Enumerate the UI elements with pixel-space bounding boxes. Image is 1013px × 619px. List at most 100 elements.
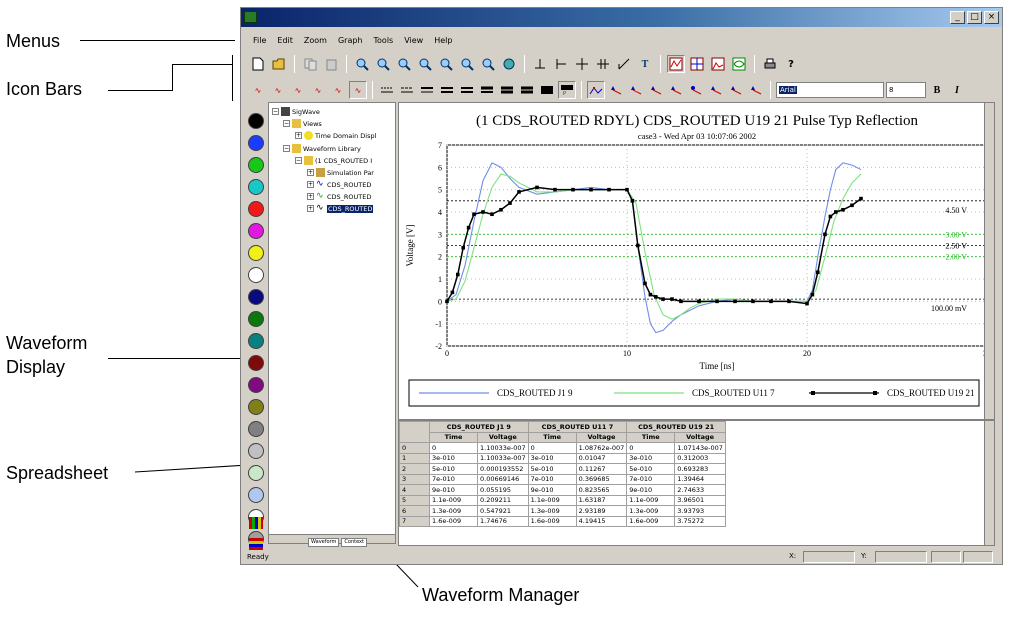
table-cell[interactable]: 1.39464 (674, 473, 726, 485)
waveform-style-icon[interactable]: ∿ (269, 81, 287, 99)
table-cell[interactable]: 0.01047 (575, 452, 628, 464)
table-cell[interactable]: 0.055195 (477, 484, 529, 496)
table-cell[interactable]: 0.547921 (477, 505, 529, 517)
table-cell[interactable]: 3.93793 (674, 505, 726, 517)
tab-waveform[interactable]: Waveform (308, 538, 340, 547)
table-cell[interactable]: 1.10033e-007 (477, 442, 529, 454)
line-style-icon[interactable] (438, 81, 456, 99)
waveform-style-icon[interactable]: ∿ (349, 81, 367, 99)
table-cell[interactable]: 9e-010 (429, 484, 478, 496)
table-cell[interactable]: 0.312003 (674, 452, 726, 464)
table-cell[interactable]: 0 (429, 442, 478, 454)
tree-item-views[interactable]: − Views (283, 118, 322, 129)
table-cell[interactable]: 1.6e-009 (527, 515, 577, 527)
waveform-style-icon[interactable]: ∿ (309, 81, 327, 99)
grid-plot-icon[interactable] (688, 55, 706, 73)
delta-marker-icon[interactable] (594, 55, 612, 73)
table-cell[interactable]: 0.209211 (477, 494, 529, 506)
menu-view[interactable]: View (402, 35, 425, 46)
font-size-combo[interactable]: 8 (886, 82, 926, 98)
open-folder-icon[interactable] (270, 55, 288, 73)
italic-button[interactable]: I (948, 81, 966, 99)
palette-icon-a[interactable] (249, 517, 263, 529)
tree-item-group[interactable]: − (1 CDS_ROUTED I (295, 155, 372, 166)
table-cell[interactable]: 5e-010 (626, 463, 676, 475)
color-swatch[interactable] (248, 355, 264, 371)
table-cell[interactable]: 1.63187 (575, 494, 628, 506)
expand-icon[interactable]: + (307, 169, 314, 176)
marker-style-icon[interactable] (647, 81, 665, 99)
collapse-icon[interactable]: − (283, 120, 290, 127)
expand-icon[interactable]: + (307, 193, 314, 200)
menu-graph[interactable]: Graph (336, 35, 365, 46)
color-swatch[interactable] (248, 223, 264, 239)
time-plot-icon[interactable] (667, 55, 685, 73)
table-cell[interactable]: 5e-010 (527, 463, 577, 475)
color-swatch[interactable] (248, 487, 264, 503)
table-cell[interactable]: 2.74633 (674, 484, 726, 496)
menu-tools[interactable]: Tools (372, 35, 396, 46)
table-cell[interactable]: 0.823565 (575, 484, 628, 496)
table-cell[interactable]: 1.1e-009 (429, 494, 478, 506)
table-cell[interactable]: 0.693283 (674, 463, 726, 475)
table-cell[interactable]: 1.10033e-007 (477, 452, 529, 464)
menu-zoom[interactable]: Zoom (302, 35, 329, 46)
table-cell[interactable]: 3e-010 (527, 452, 577, 464)
copy-icon[interactable] (301, 55, 319, 73)
table-cell[interactable]: 4.19415 (575, 515, 628, 527)
zoom-fit-icon[interactable] (437, 55, 455, 73)
table-cell[interactable]: 1.74676 (477, 515, 529, 527)
table-cell[interactable]: 7e-010 (527, 473, 577, 485)
table-cell[interactable]: 1.07143e-007 (674, 442, 726, 454)
new-file-icon[interactable] (249, 55, 267, 73)
table-cell[interactable]: 3e-010 (429, 452, 478, 464)
color-swatch[interactable] (248, 245, 264, 261)
marker-style-icon[interactable] (667, 81, 685, 99)
tree-item-sim-params[interactable]: + Simulation Par (307, 167, 374, 178)
marker-style-icon[interactable] (727, 81, 745, 99)
color-swatch[interactable] (248, 333, 264, 349)
menu-help[interactable]: Help (432, 35, 454, 46)
table-cell[interactable]: 5e-010 (429, 463, 478, 475)
table-cell[interactable]: 3e-010 (626, 452, 676, 464)
zoom-x-icon[interactable] (395, 55, 413, 73)
paste-icon[interactable] (322, 55, 340, 73)
text-tool-icon[interactable]: T (636, 55, 654, 73)
bold-button[interactable]: B (928, 81, 946, 99)
table-cell[interactable]: 7e-010 (429, 473, 478, 485)
zoom-previous-icon[interactable] (458, 55, 476, 73)
line-style-icon[interactable] (378, 81, 396, 99)
tree-item-wave-3[interactable]: + ∿ CDS_ROUTED (307, 203, 374, 214)
table-cell[interactable]: 3.96501 (674, 494, 726, 506)
color-swatch[interactable] (248, 157, 264, 173)
color-swatch[interactable] (248, 289, 264, 305)
table-cell[interactable]: 3.75272 (674, 515, 726, 527)
tab-context[interactable]: Context (341, 538, 367, 547)
line-style-icon[interactable] (478, 81, 496, 99)
tree-item-root[interactable]: − SigWave (272, 106, 320, 117)
point-style-icon[interactable]: P (558, 81, 576, 99)
color-swatch[interactable] (248, 311, 264, 327)
eye-plot-icon[interactable] (730, 55, 748, 73)
table-cell[interactable]: 0.00669146 (477, 473, 529, 485)
line-style-icon[interactable] (498, 81, 516, 99)
spreadsheet-vertical-scrollbar[interactable] (984, 421, 994, 545)
collapse-icon[interactable]: − (283, 145, 290, 152)
spectrum-plot-icon[interactable] (709, 55, 727, 73)
close-button[interactable]: × (984, 11, 999, 24)
table-cell[interactable]: 1.1e-009 (527, 494, 577, 506)
color-swatch[interactable] (248, 421, 264, 437)
marker-left-icon[interactable] (552, 55, 570, 73)
zoom-region-icon[interactable] (479, 55, 497, 73)
table-cell[interactable]: 0 (527, 442, 577, 454)
zoom-in-icon[interactable] (353, 55, 371, 73)
marker-style-icon[interactable] (687, 81, 705, 99)
waveform-display[interactable]: (1 CDS_ROUTED RDYL) CDS_ROUTED U19 21 Pu… (398, 102, 995, 420)
line-style-icon[interactable] (398, 81, 416, 99)
table-cell[interactable]: 1.3e-009 (626, 505, 676, 517)
menu-edit[interactable]: Edit (275, 35, 295, 46)
color-swatch[interactable] (248, 267, 264, 283)
color-swatch[interactable] (248, 377, 264, 393)
color-swatch[interactable] (248, 399, 264, 415)
marker-style-icon[interactable] (747, 81, 765, 99)
